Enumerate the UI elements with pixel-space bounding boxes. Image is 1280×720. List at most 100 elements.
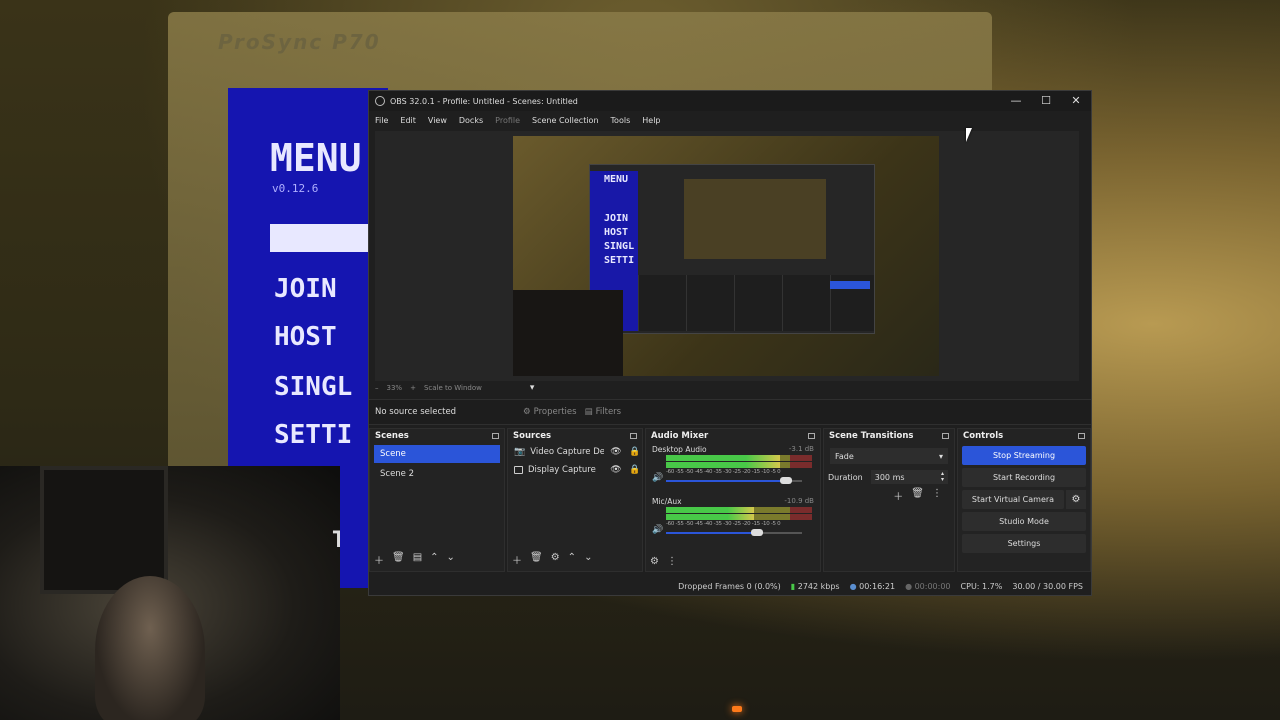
- zoom-bar: – 33% + Scale to Window ▾: [375, 382, 534, 394]
- level-meter: [666, 462, 812, 468]
- duration-stepper[interactable]: 300 ms ▴ ▾: [870, 470, 948, 484]
- menu-file[interactable]: File: [375, 116, 388, 125]
- undock-icon[interactable]: [492, 433, 499, 439]
- scene-item-scene-2[interactable]: Scene 2: [374, 465, 500, 483]
- level-meter: [666, 455, 812, 461]
- trash-icon[interactable]: 🗑: [392, 552, 405, 567]
- dock-header: Controls: [958, 429, 1090, 443]
- signal-bars-icon: ▮: [790, 581, 796, 591]
- eye-icon[interactable]: 👁: [609, 447, 623, 457]
- speaker-icon[interactable]: 🔊: [652, 525, 663, 535]
- undock-icon[interactable]: [808, 433, 815, 439]
- monitor-icon: [514, 466, 523, 474]
- dock-title: Sources: [513, 431, 552, 441]
- arrow-up-icon[interactable]: ⌃: [568, 552, 576, 567]
- menu-profile[interactable]: Profile: [495, 116, 520, 125]
- undock-icon[interactable]: [942, 433, 949, 439]
- menu-edit[interactable]: Edit: [400, 116, 416, 125]
- arrow-down-icon[interactable]: ⌄: [584, 552, 592, 567]
- scene-item-scene[interactable]: Scene: [374, 445, 500, 463]
- preview-area: MENU JOIN HOST SINGL SETTI: [375, 131, 1079, 381]
- scene-transitions-dock: Scene Transitions Fade ▾ Duration 300 ms…: [823, 428, 955, 572]
- camera-icon: 📷: [514, 447, 526, 457]
- source-label: Display Capture: [528, 465, 596, 475]
- crt-menu-item: SETTI: [274, 420, 353, 450]
- zoom-in-button[interactable]: +: [410, 384, 416, 392]
- trash-icon[interactable]: 🗑: [530, 552, 543, 567]
- nested-webcam: [513, 290, 623, 376]
- nested-menu-item: SETTI: [604, 255, 635, 266]
- studio-mode-button[interactable]: Studio Mode: [962, 512, 1086, 531]
- meter-ticks: -60 -55 -50 -45 -40 -35 -30 -25 -20 -15 …: [666, 469, 781, 474]
- duration-label: Duration: [828, 472, 863, 482]
- add-icon[interactable]: ＋: [374, 552, 384, 567]
- nested-obs-window: MENU JOIN HOST SINGL SETTI: [589, 164, 875, 334]
- properties-button[interactable]: ⚙ Properties: [523, 407, 577, 417]
- preview-dropdown-icon[interactable]: ▾: [530, 383, 535, 393]
- filter-icon[interactable]: ▤: [413, 552, 422, 567]
- program-preview[interactable]: MENU JOIN HOST SINGL SETTI: [513, 136, 939, 376]
- volume-slider-handle[interactable]: [779, 477, 792, 484]
- source-item-display-capture[interactable]: Display Capture 👁 🔒: [508, 461, 642, 479]
- lock-icon[interactable]: 🔒: [628, 447, 642, 457]
- minimize-button[interactable]: —: [1001, 91, 1031, 111]
- stop-streaming-button[interactable]: Stop Streaming: [962, 446, 1086, 465]
- volume-slider[interactable]: [666, 529, 802, 536]
- scenes-toolbar: ＋ 🗑 ▤ ⌃ ⌄: [374, 552, 455, 567]
- start-recording-button[interactable]: Start Recording: [962, 468, 1086, 487]
- source-item-video-capture[interactable]: 📷 Video Capture Dev 👁 🔒: [508, 443, 642, 461]
- obs-logo-icon: [375, 96, 385, 106]
- zoom-out-button[interactable]: –: [375, 384, 379, 392]
- nested-menu-item: JOIN: [604, 213, 629, 224]
- channel-db: -10.9 dB: [784, 497, 814, 505]
- trash-icon[interactable]: 🗑: [911, 488, 924, 503]
- menu-tools[interactable]: Tools: [611, 116, 631, 125]
- stream-time: 00:16:21: [859, 581, 896, 591]
- volume-slider[interactable]: [666, 477, 802, 484]
- undock-icon[interactable]: [630, 433, 637, 439]
- filters-button[interactable]: ▤ Filters: [585, 407, 622, 417]
- no-source-label: No source selected: [375, 407, 457, 417]
- menu-bar: File Edit View Docks Profile Scene Colle…: [369, 111, 1091, 129]
- stepper-arrows-icon[interactable]: ▴ ▾: [941, 471, 944, 483]
- eye-icon[interactable]: 👁: [609, 465, 623, 475]
- window-title: OBS 32.0.1 - Profile: Untitled - Scenes:…: [390, 96, 578, 106]
- lock-icon[interactable]: 🔒: [628, 465, 642, 475]
- start-virtual-camera-button[interactable]: Start Virtual Camera: [962, 490, 1064, 509]
- monitor-power-led: [732, 706, 742, 712]
- add-icon[interactable]: ＋: [893, 488, 903, 503]
- menu-scene-collection[interactable]: Scene Collection: [532, 116, 599, 125]
- volume-slider-handle[interactable]: [751, 529, 764, 536]
- crt-menu-item: HOST: [274, 322, 337, 352]
- speaker-icon[interactable]: 🔊: [652, 473, 663, 483]
- arrow-down-icon[interactable]: ⌄: [447, 552, 455, 567]
- more-options-icon[interactable]: ⋮: [667, 556, 677, 567]
- maximize-button[interactable]: ☐: [1031, 91, 1061, 111]
- properties-bar: No source selected ⚙ Properties ▤ Filter…: [369, 399, 1091, 425]
- arrow-up-icon[interactable]: ⌃: [430, 552, 438, 567]
- more-options-icon[interactable]: ⋮: [932, 488, 942, 503]
- add-icon[interactable]: ＋: [512, 552, 522, 567]
- bitrate: 2742 kbps: [797, 581, 840, 591]
- close-button[interactable]: ✕: [1061, 91, 1091, 111]
- dock-title: Scenes: [375, 431, 409, 441]
- webcam-person: [95, 576, 205, 720]
- settings-button[interactable]: Settings: [962, 534, 1086, 553]
- menu-help[interactable]: Help: [642, 116, 660, 125]
- undock-icon[interactable]: [1078, 433, 1085, 439]
- scale-mode-select[interactable]: Scale to Window: [424, 384, 482, 392]
- crt-menu-item: JOIN: [274, 274, 337, 304]
- window-titlebar[interactable]: OBS 32.0.1 - Profile: Untitled - Scenes:…: [369, 91, 1091, 111]
- transition-value: Fade: [835, 451, 854, 461]
- gear-icon[interactable]: ⚙: [551, 552, 560, 567]
- nested-menu-item: HOST: [604, 227, 629, 238]
- stream-status: ● 00:16:21: [850, 582, 895, 591]
- dock-title: Controls: [963, 431, 1004, 441]
- gear-icon[interactable]: ⚙: [1066, 490, 1086, 509]
- advanced-audio-icon[interactable]: ⚙: [650, 556, 659, 567]
- menu-view[interactable]: View: [428, 116, 447, 125]
- volume-row: 🔊: [652, 473, 812, 485]
- nested-stop-streaming: [830, 281, 870, 289]
- transition-select[interactable]: Fade ▾: [830, 448, 948, 464]
- menu-docks[interactable]: Docks: [459, 116, 483, 125]
